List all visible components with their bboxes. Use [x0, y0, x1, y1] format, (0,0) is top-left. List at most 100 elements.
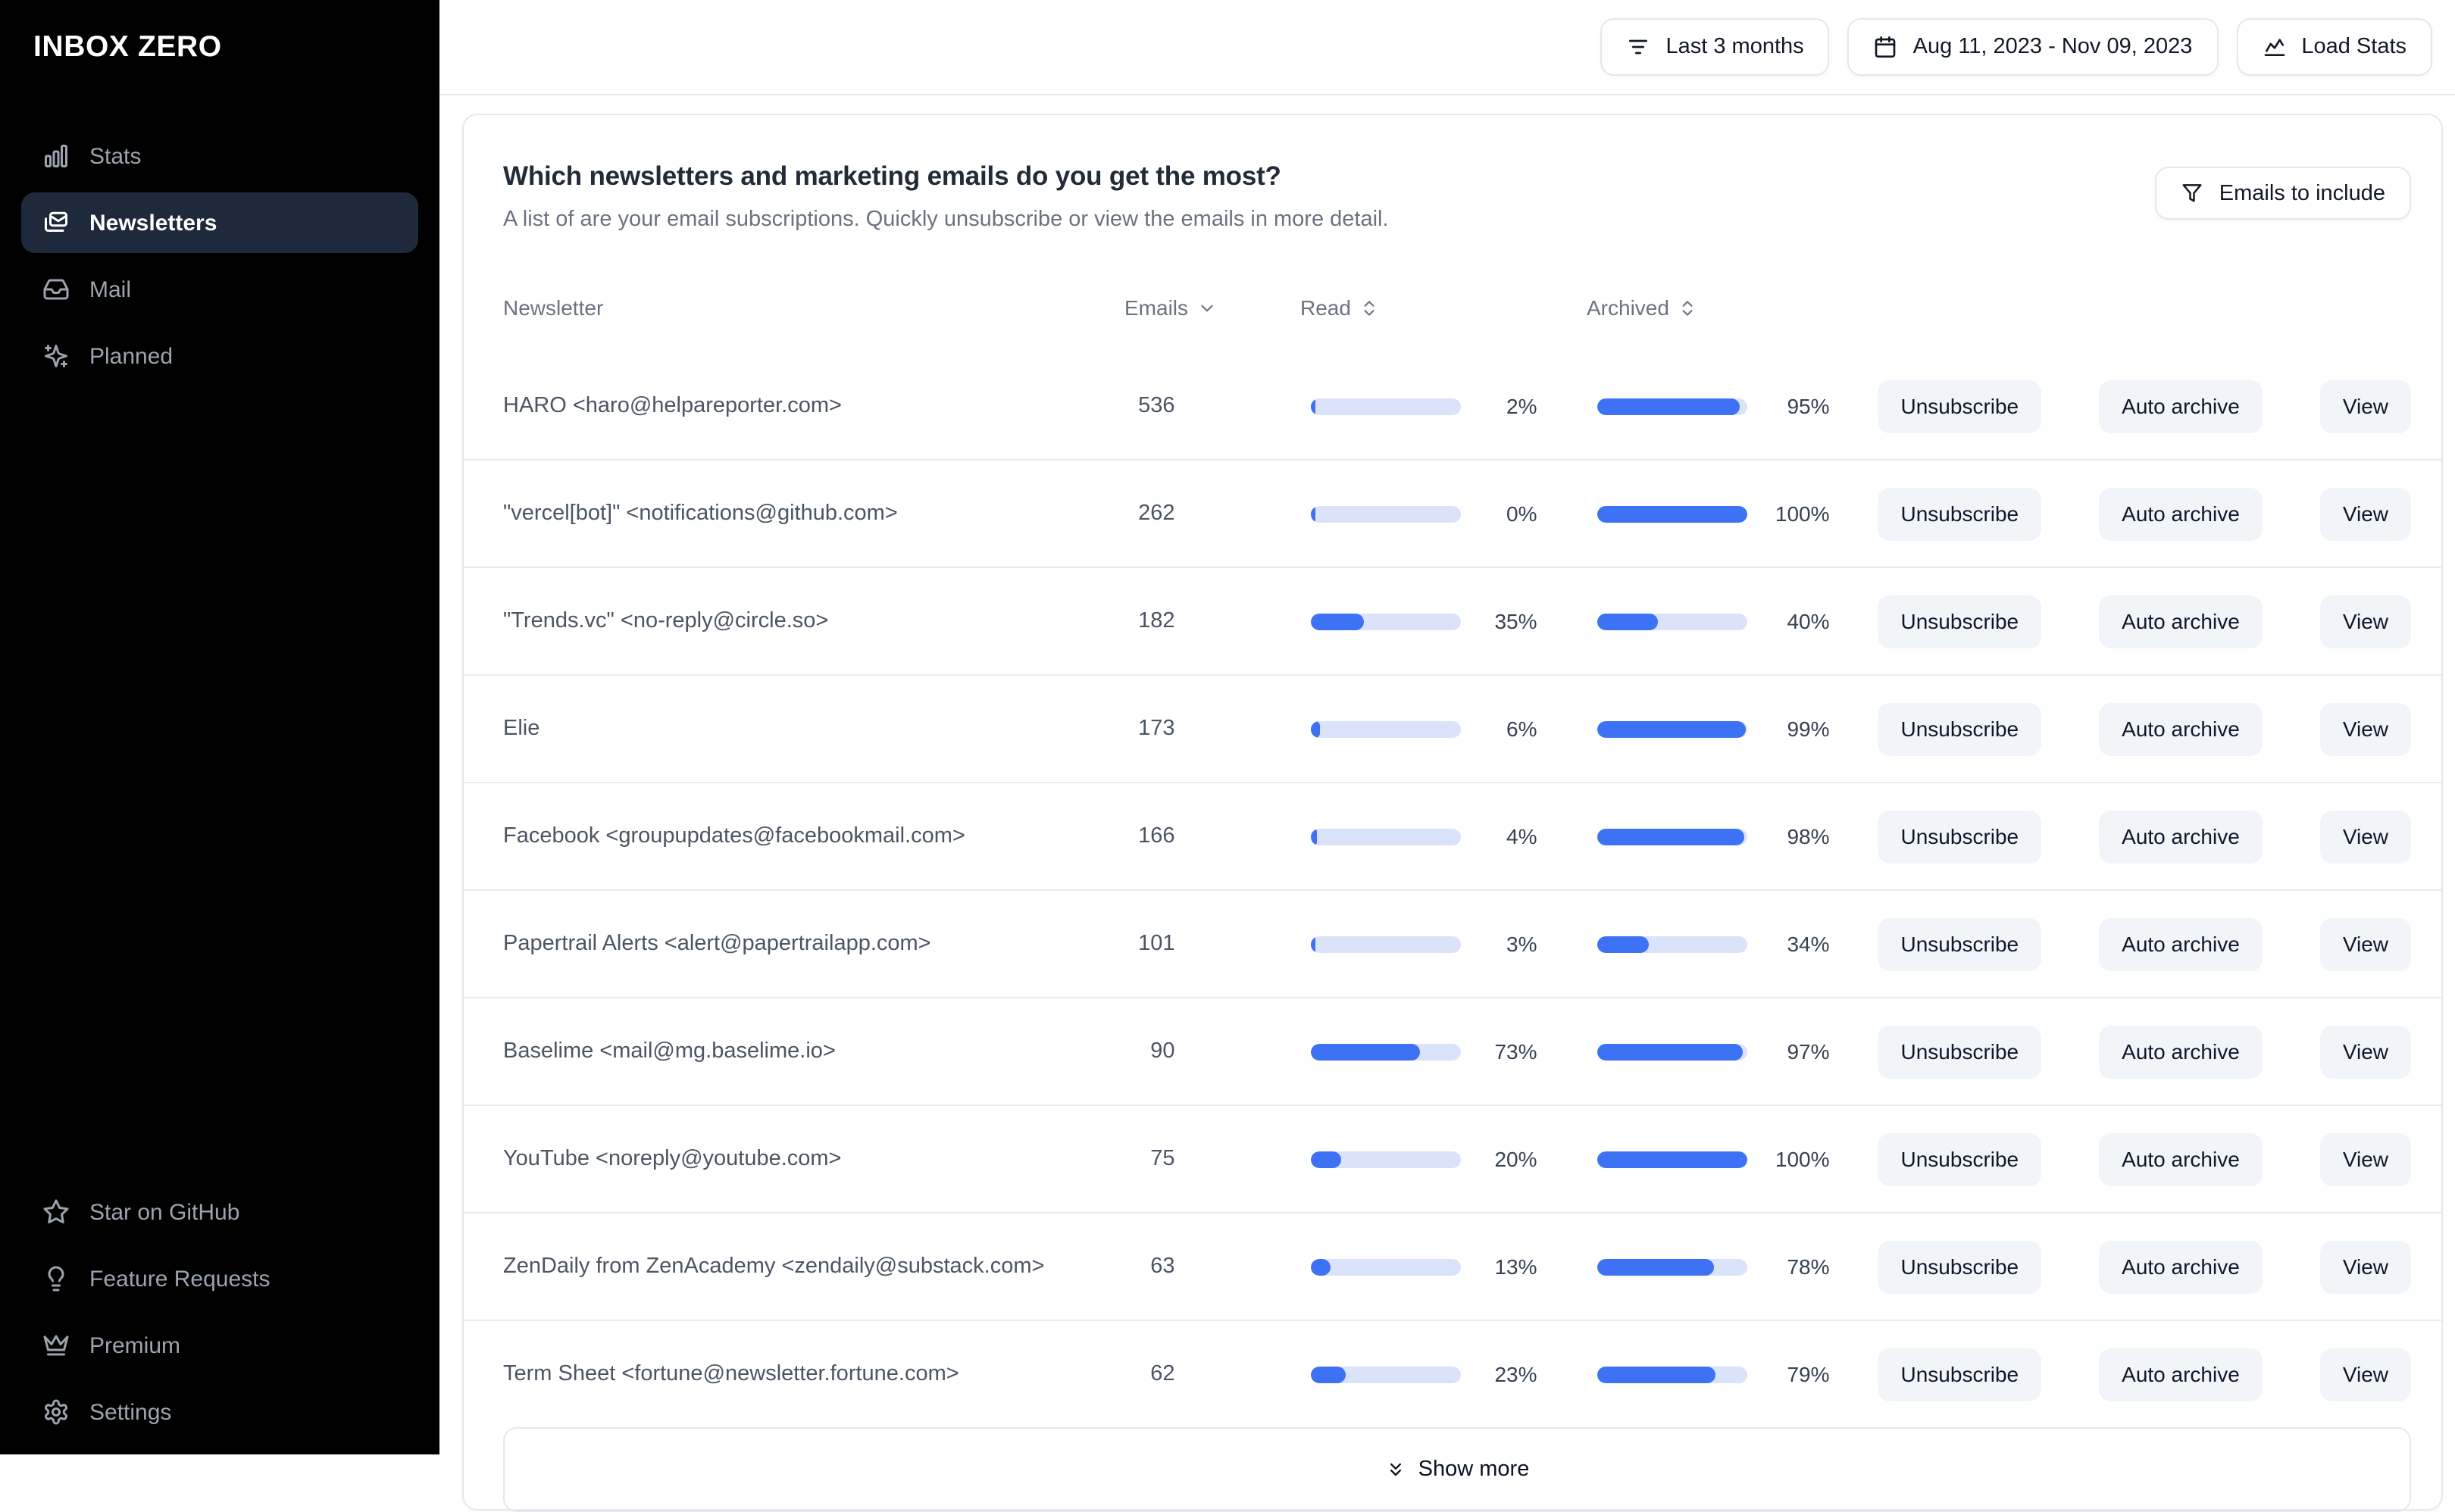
show-more-button[interactable]: Show more	[503, 1427, 2411, 1512]
archived-cell: 97%	[1597, 1039, 1830, 1064]
archived-cell: 34%	[1597, 932, 1830, 956]
emails-to-include-button[interactable]: Emails to include	[2155, 167, 2411, 220]
auto-archive-button[interactable]: Auto archive	[2099, 487, 2263, 540]
auto-archive-button[interactable]: Auto archive	[2099, 810, 2263, 863]
emails-count: 262	[1138, 501, 1175, 526]
emails-count: 90	[1150, 1039, 1175, 1064]
table-row: "vercel[bot]" <notifications@github.com>…	[464, 459, 2441, 567]
view-button[interactable]: View	[2319, 1348, 2411, 1401]
column-header-read[interactable]: Read	[1300, 295, 1380, 320]
row-actions: Unsubscribe Auto archive View	[1878, 380, 2411, 433]
row-actions: Unsubscribe Auto archive View	[1878, 1348, 2411, 1401]
sidebar-item-feature-requests[interactable]: Feature Requests	[21, 1248, 418, 1309]
read-cell: 20%	[1311, 1147, 1537, 1171]
auto-archive-button[interactable]: Auto archive	[2099, 702, 2263, 755]
sidebar-item-planned[interactable]: Planned	[21, 326, 418, 386]
read-percent: 35%	[1494, 609, 1537, 633]
newsletter-name: Papertrail Alerts <alert@papertrailapp.c…	[503, 932, 931, 956]
unsubscribe-button[interactable]: Unsubscribe	[1878, 1025, 2042, 1078]
unsubscribe-button[interactable]: Unsubscribe	[1878, 487, 2042, 540]
sidebar-item-star-on-github[interactable]: Star on GitHub	[21, 1182, 418, 1242]
auto-archive-button[interactable]: Auto archive	[2099, 917, 2263, 970]
unsubscribe-button[interactable]: Unsubscribe	[1878, 380, 2042, 433]
unsubscribe-button[interactable]: Unsubscribe	[1878, 810, 2042, 863]
column-label: Archived	[1587, 295, 1669, 320]
sidebar-item-settings[interactable]: Settings	[21, 1382, 418, 1442]
load-stats-button[interactable]: Load Stats	[2236, 18, 2432, 76]
read-bar-fill	[1311, 613, 1365, 629]
unsubscribe-button[interactable]: Unsubscribe	[1878, 1240, 2042, 1293]
archived-bar	[1597, 828, 1748, 845]
read-percent: 73%	[1494, 1039, 1537, 1064]
auto-archive-button[interactable]: Auto archive	[2099, 1132, 2263, 1186]
read-bar-fill	[1311, 1043, 1421, 1060]
column-header-emails[interactable]: Emails	[1124, 295, 1217, 320]
unsubscribe-button[interactable]: Unsubscribe	[1878, 1132, 2042, 1186]
row-actions: Unsubscribe Auto archive View	[1878, 1025, 2411, 1078]
read-bar	[1311, 1366, 1462, 1382]
auto-archive-button[interactable]: Auto archive	[2099, 595, 2263, 648]
view-button[interactable]: View	[2319, 1240, 2411, 1293]
view-button[interactable]: View	[2319, 810, 2411, 863]
unsubscribe-button[interactable]: Unsubscribe	[1878, 1348, 2042, 1401]
unsubscribe-button[interactable]: Unsubscribe	[1878, 595, 2042, 648]
read-bar-fill	[1311, 720, 1321, 737]
auto-archive-button[interactable]: Auto archive	[2099, 1025, 2263, 1078]
archived-cell: 99%	[1597, 717, 1830, 741]
newsletter-name: HARO <haro@helpareporter.com>	[503, 394, 842, 418]
view-button[interactable]: View	[2319, 702, 2411, 755]
read-cell: 73%	[1311, 1039, 1537, 1064]
view-button[interactable]: View	[2319, 1025, 2411, 1078]
bar-chart-icon	[45, 145, 67, 167]
archived-percent: 97%	[1787, 1039, 1830, 1064]
archived-bar	[1597, 936, 1748, 952]
emails-count: 101	[1138, 932, 1175, 956]
last-3-months-button[interactable]: Last 3 months	[1600, 18, 1830, 76]
button-label: Aug 11, 2023 - Nov 09, 2023	[1912, 35, 2193, 59]
view-button[interactable]: View	[2319, 1132, 2411, 1186]
view-button[interactable]: View	[2319, 487, 2411, 540]
archived-bar-fill	[1597, 720, 1747, 737]
sidebar-item-mail[interactable]: Mail	[21, 259, 418, 320]
unsubscribe-button[interactable]: Unsubscribe	[1878, 702, 2042, 755]
sidebar-item-premium[interactable]: Premium	[21, 1315, 418, 1376]
main-area: Last 3 months Aug 11, 2023 - Nov 09, 2023…	[439, 0, 2455, 1512]
sidebar-item-stats[interactable]: Stats	[21, 126, 418, 186]
view-button[interactable]: View	[2319, 380, 2411, 433]
archived-bar-fill	[1597, 828, 1745, 845]
column-header-archived[interactable]: Archived	[1587, 295, 1698, 320]
row-actions: Unsubscribe Auto archive View	[1878, 1240, 2411, 1293]
unsubscribe-button[interactable]: Unsubscribe	[1878, 917, 2042, 970]
button-label: Load Stats	[2301, 35, 2407, 59]
gear-icon	[45, 1399, 67, 1425]
newsletter-name: ZenDaily from ZenAcademy <zendaily@subst…	[503, 1254, 1045, 1279]
read-bar-fill	[1311, 1258, 1331, 1275]
archived-bar-fill	[1597, 398, 1740, 414]
read-bar	[1311, 828, 1462, 845]
lightbulb-icon	[48, 1266, 64, 1292]
archived-cell: 100%	[1597, 501, 1830, 526]
sidebar-item-newsletters[interactable]: Newsletters	[21, 192, 418, 253]
emails-count: 62	[1150, 1362, 1175, 1386]
emails-count: 75	[1150, 1147, 1175, 1171]
read-bar	[1311, 505, 1462, 522]
archived-cell: 98%	[1597, 824, 1830, 848]
emails-count: 173	[1138, 717, 1175, 741]
archived-bar-fill	[1597, 936, 1650, 952]
aug-11-2023-nov-09-2023-button[interactable]: Aug 11, 2023 - Nov 09, 2023	[1847, 18, 2219, 76]
column-label: Newsletter	[503, 295, 604, 320]
archived-bar	[1597, 720, 1748, 737]
view-button[interactable]: View	[2319, 595, 2411, 648]
mails-icon	[45, 211, 67, 232]
view-button[interactable]: View	[2319, 917, 2411, 970]
auto-archive-button[interactable]: Auto archive	[2099, 380, 2263, 433]
auto-archive-button[interactable]: Auto archive	[2099, 1348, 2263, 1401]
auto-archive-button[interactable]: Auto archive	[2099, 1240, 2263, 1293]
read-bar-fill	[1311, 505, 1316, 522]
row-actions: Unsubscribe Auto archive View	[1878, 917, 2411, 970]
chevrons-up-down-icon	[1683, 300, 1693, 315]
table-row: "Trends.vc" <no-reply@circle.so> 182 35% 40…	[464, 567, 2441, 674]
table-row: Papertrail Alerts <alert@papertrailapp.c…	[464, 889, 2441, 997]
read-cell: 3%	[1311, 932, 1537, 956]
button-label: Emails to include	[2219, 181, 2385, 205]
